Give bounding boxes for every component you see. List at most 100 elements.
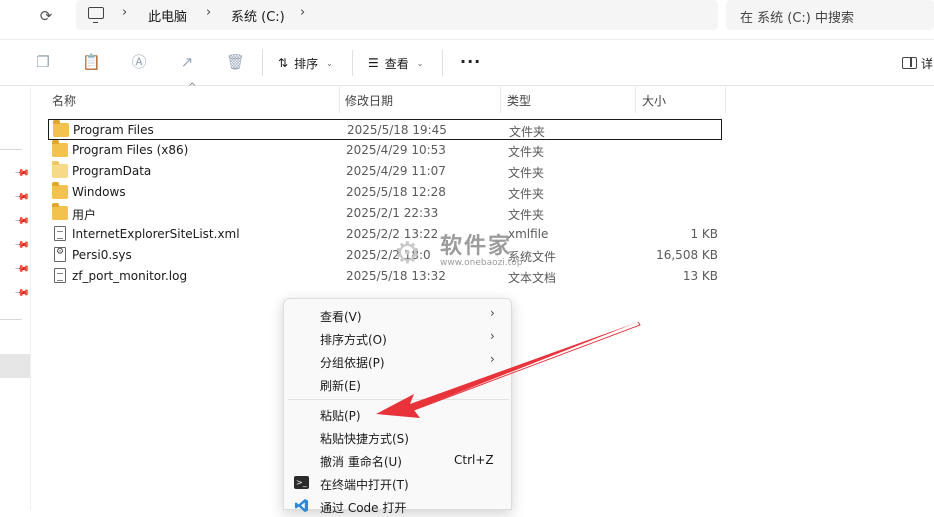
file-date: 2025/4/29 11:07	[346, 164, 446, 178]
terminal-icon: >_	[294, 476, 309, 489]
nav-divider	[0, 319, 22, 320]
view-button[interactable]: ☰ 查看 ⌄	[368, 52, 423, 74]
watermark: ⚙ 软件家 www.onebaozi.top	[394, 228, 554, 278]
breadcrumb-system-c[interactable]: 系统 (C:)	[231, 6, 285, 25]
view-icon: ☰	[368, 56, 379, 70]
watermark-url: www.onebaozi.top	[440, 258, 523, 268]
file-row[interactable]: ProgramData 2025/4/29 11:07 文件夹	[48, 161, 722, 182]
toolbar-divider	[262, 50, 263, 76]
chevron-right-icon[interactable]: ›	[122, 5, 127, 20]
gear-icon: ⚙	[394, 236, 421, 271]
file-size: 13 KB	[682, 269, 718, 283]
watermark-title: 软件家	[440, 234, 513, 259]
details-pane-icon	[902, 57, 917, 69]
breadcrumb-this-pc[interactable]: 此电脑	[148, 6, 187, 25]
file-row[interactable]: InternetExplorerSiteList.xml 2025/2/2 13…	[48, 224, 722, 245]
search-placeholder: 在 系统 (C:) 中搜索	[740, 11, 854, 26]
menu-item-label: 粘贴快捷方式(S)	[320, 432, 409, 446]
file-name: Program Files	[73, 123, 154, 137]
toolbar-divider	[352, 50, 353, 76]
menu-item-label: 查看(V)	[320, 310, 362, 324]
file-name: zf_port_monitor.log	[72, 269, 188, 283]
file-date: 2025/2/1 22:33	[346, 206, 439, 220]
file-row[interactable]: Persi0.sys 2025/2/2 18:0 系统文件 16,508 KB	[48, 245, 722, 266]
column-header-name[interactable]: 名称	[48, 87, 340, 113]
pin-icon[interactable]: 📌	[14, 213, 31, 230]
search-input[interactable]: 在 系统 (C:) 中搜索	[726, 0, 934, 30]
menu-item-label: 刷新(E)	[320, 379, 361, 393]
file-type: 文件夹	[508, 166, 545, 180]
details-label: 详	[921, 56, 934, 71]
navigation-pane: 📌 📌 📌 📌 📌 📌	[0, 87, 31, 510]
file-name: Persi0.sys	[72, 248, 132, 262]
folder-icon	[52, 140, 68, 157]
menu-item-open-terminal[interactable]: >_ 在终端中打开(T)	[284, 472, 513, 494]
nav-item-selected[interactable]	[0, 354, 30, 378]
file-row[interactable]: zf_port_monitor.log 2025/5/18 13:32 文本文档…	[48, 266, 722, 287]
file-row[interactable]: Windows 2025/5/18 12:28 文件夹	[48, 182, 722, 203]
menu-item-paste-shortcut[interactable]: 粘贴快捷方式(S)	[284, 426, 513, 448]
file-size: 1 KB	[690, 227, 718, 241]
copy-icon[interactable]: ❐	[34, 53, 52, 71]
annotation-arrow	[376, 321, 641, 418]
file-name: Program Files (x86)	[72, 143, 189, 157]
file-date: 2025/5/18 12:28	[346, 185, 446, 199]
details-pane-button[interactable]: 详	[902, 53, 934, 73]
delete-icon[interactable]: 🗑	[226, 53, 245, 71]
paste-icon[interactable]: 📋	[82, 53, 101, 71]
sort-label: 排序	[294, 56, 319, 71]
column-header-type[interactable]: 类型	[503, 87, 636, 113]
menu-item-open-with-code[interactable]: 通过 Code 打开	[284, 495, 513, 517]
address-bar[interactable]: › 此电脑 › 系统 (C:) ›	[76, 0, 718, 30]
chevron-right-icon[interactable]: ›	[300, 5, 305, 20]
file-type: 文件夹	[508, 145, 545, 159]
sort-button[interactable]: ⇅ 排序 ⌄	[278, 52, 333, 74]
file-type: 文件夹	[509, 125, 546, 139]
menu-item-undo-rename[interactable]: 撤消 重命名(U) Ctrl+Z	[284, 449, 513, 471]
file-icon	[54, 226, 66, 241]
folder-icon	[53, 120, 69, 137]
pin-icon[interactable]: 📌	[14, 189, 31, 206]
sort-icon: ⇅	[278, 56, 289, 70]
column-header-size[interactable]: 大小	[638, 87, 726, 113]
share-icon[interactable]: ↗	[178, 53, 196, 71]
menu-shortcut: Ctrl+Z	[454, 453, 494, 467]
file-row[interactable]: Program Files (x86) 2025/4/29 10:53 文件夹	[48, 140, 722, 161]
file-name: InternetExplorerSiteList.xml	[72, 227, 240, 241]
file-row[interactable]: Program Files 2025/5/18 19:45 文件夹	[48, 119, 722, 140]
file-name: 用户	[72, 208, 97, 222]
file-type: 文件夹	[508, 187, 545, 201]
chevron-right-icon[interactable]: ›	[206, 5, 211, 20]
pin-icon[interactable]: 📌	[14, 237, 31, 254]
column-header-date[interactable]: 修改日期	[341, 87, 501, 113]
computer-icon	[88, 7, 104, 23]
menu-item-label: 粘贴(P)	[320, 409, 361, 423]
file-date: 2025/5/18 19:45	[347, 123, 447, 137]
system-file-icon	[54, 247, 66, 262]
file-name: Windows	[72, 185, 126, 199]
pin-icon[interactable]: 📌	[14, 285, 31, 302]
refresh-icon[interactable]: ⟳	[36, 6, 56, 26]
chevron-down-icon: ⌄	[326, 58, 333, 68]
folder-icon	[52, 182, 68, 199]
rename-icon[interactable]: Ⓐ	[130, 53, 148, 71]
vscode-icon	[294, 498, 309, 513]
menu-item-label: 撤消 重命名(U)	[320, 455, 402, 469]
file-name: ProgramData	[72, 164, 152, 178]
folder-icon	[52, 161, 68, 178]
file-type: 文件夹	[508, 208, 545, 222]
file-row[interactable]: 用户 2025/2/1 22:33 文件夹	[48, 203, 722, 224]
pin-icon[interactable]: 📌	[14, 261, 31, 278]
view-label: 查看	[384, 56, 409, 71]
pin-icon[interactable]: 📌	[14, 165, 31, 182]
folder-icon	[52, 203, 68, 220]
file-date: 2025/4/29 10:53	[346, 143, 446, 157]
nav-divider	[0, 149, 22, 150]
command-bar: ❐ 📋 Ⓐ ↗ 🗑 ⇅ 排序 ⌄ ☰ 查看 ⌄ ··· 详	[0, 40, 934, 86]
toolbar-divider	[442, 50, 443, 76]
text-file-icon	[54, 268, 66, 283]
address-row: ⟳ › 此电脑 › 系统 (C:) › 在 系统 (C:) 中搜索	[0, 0, 934, 40]
menu-item-label: 在终端中打开(T)	[320, 478, 409, 492]
more-options-icon[interactable]: ···	[460, 52, 481, 71]
chevron-down-icon: ⌄	[416, 58, 424, 68]
